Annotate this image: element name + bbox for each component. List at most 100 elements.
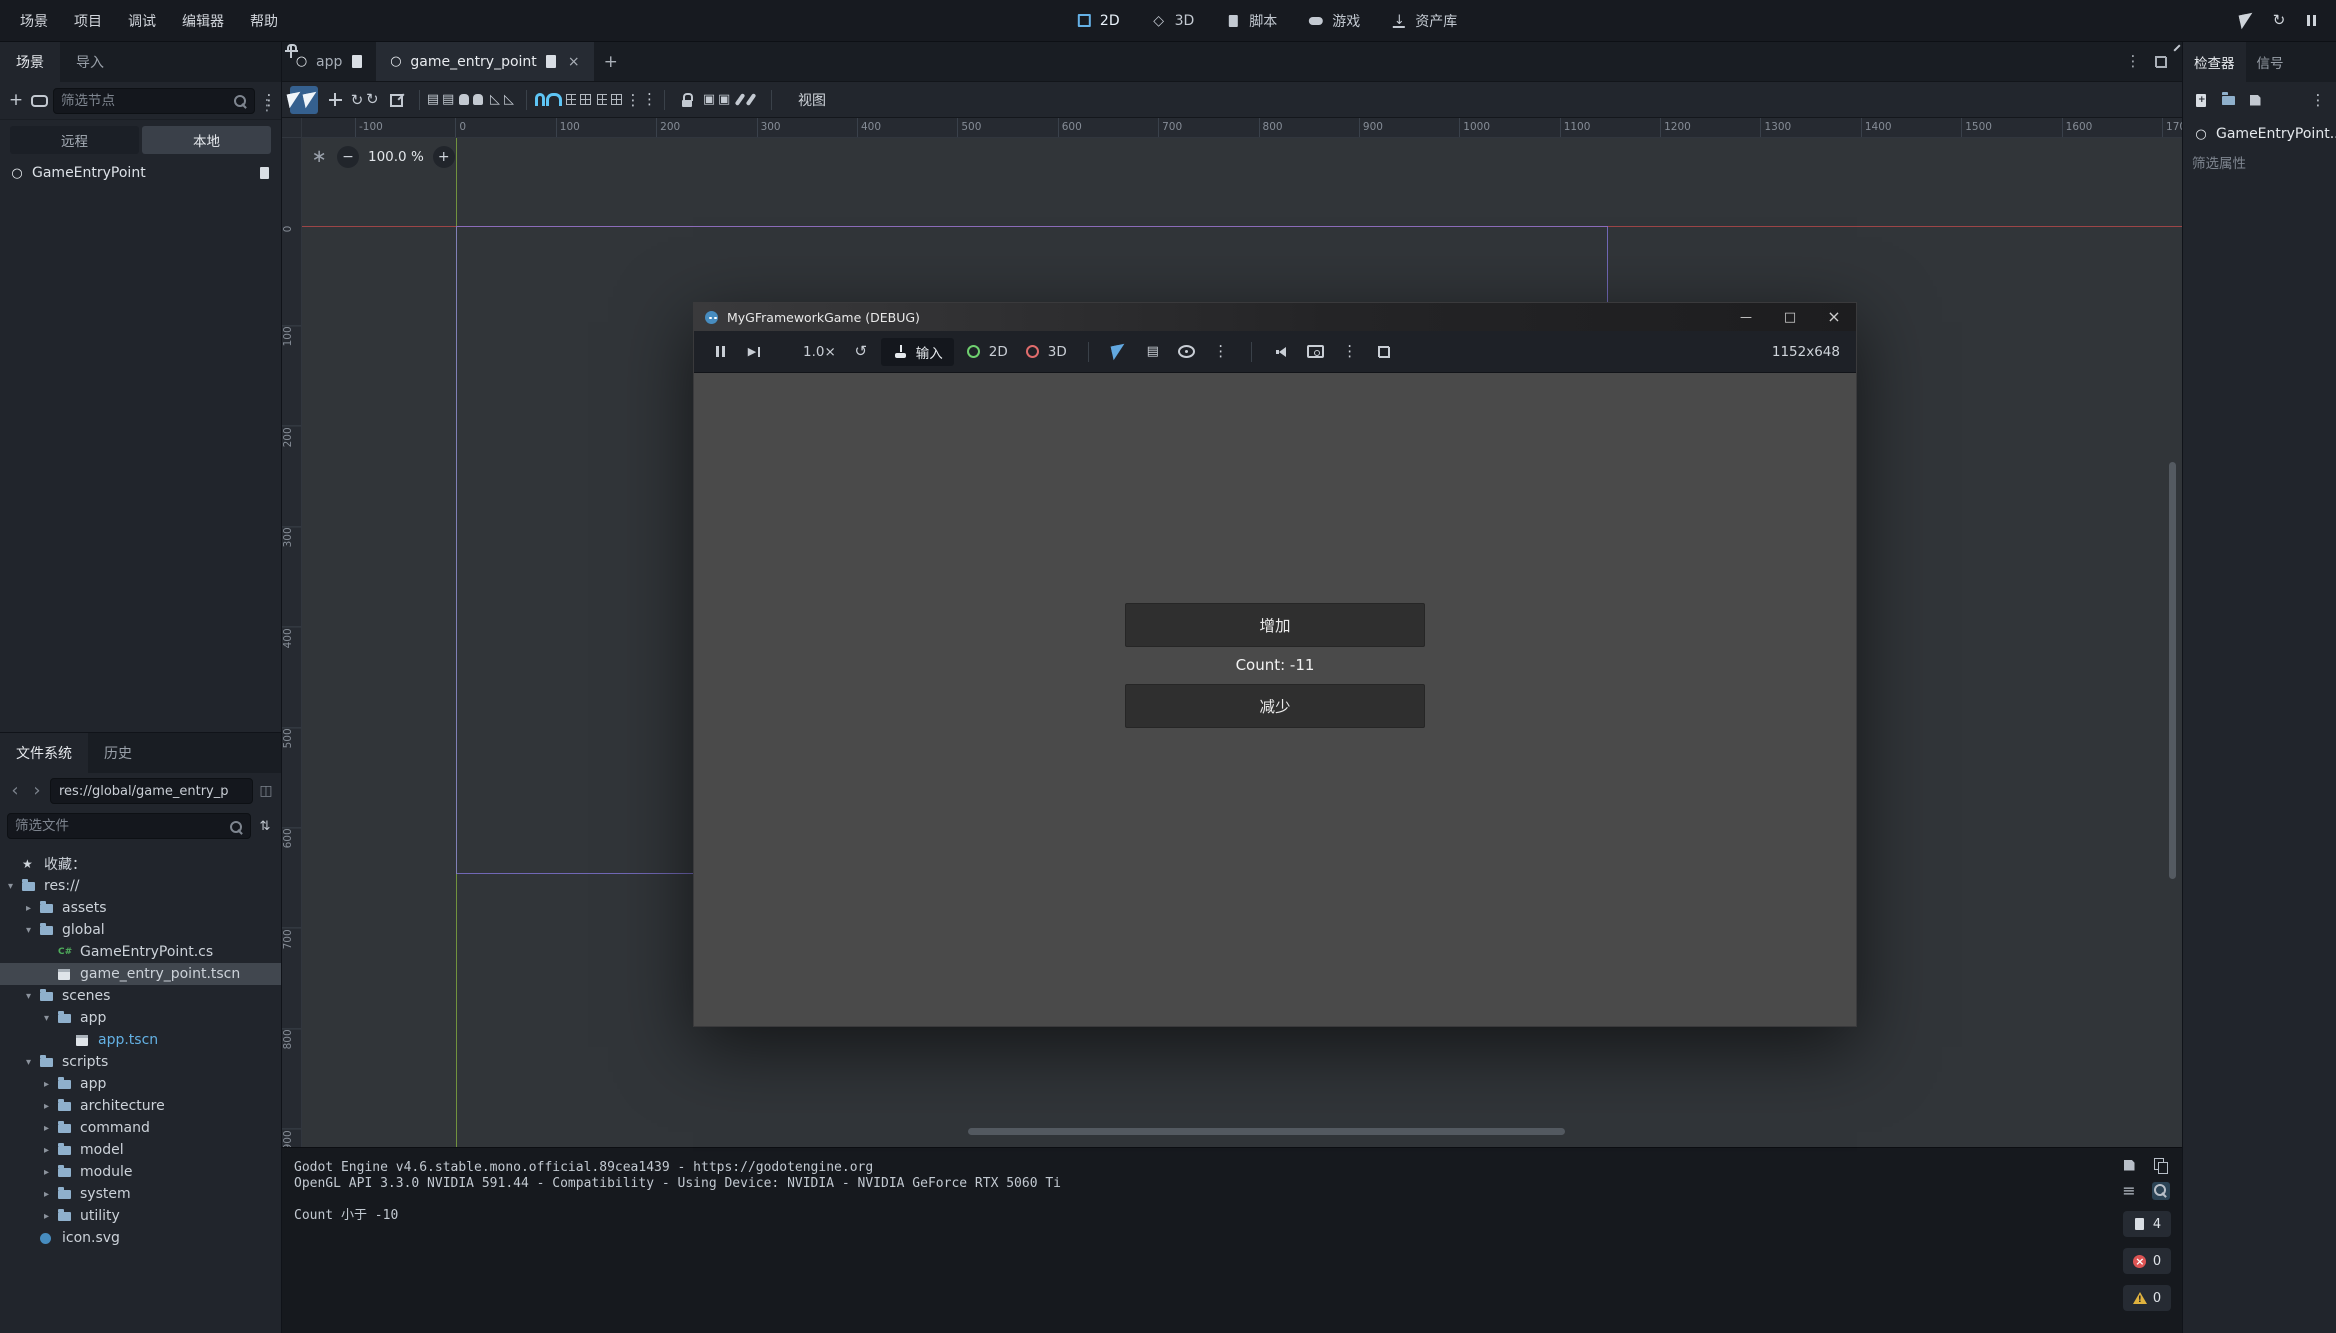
- game-toolbar-button[interactable]: [1078, 338, 1099, 366]
- inspector-tool-icon[interactable]: [2192, 91, 2210, 109]
- canvas-tool-button[interactable]: [352, 86, 380, 114]
- run-control-icon[interactable]: [2238, 12, 2256, 30]
- file-tree-item[interactable]: GameEntryPoint.cs: [0, 941, 281, 963]
- output-tool-icon[interactable]: [2152, 1156, 2170, 1174]
- canvas-tool-button[interactable]: [735, 86, 763, 114]
- minimize-window-button[interactable]: [1724, 303, 1768, 331]
- scene-script-icon[interactable]: [544, 54, 559, 69]
- game-toolbar-button[interactable]: [1139, 338, 1167, 366]
- expand-arrow-icon[interactable]: [26, 925, 40, 936]
- dock-tab[interactable]: 检查器: [2183, 42, 2246, 82]
- game-toolbar-button[interactable]: [740, 338, 768, 366]
- file-tree-item[interactable]: model: [0, 1139, 281, 1161]
- close-tab-icon[interactable]: ×: [566, 54, 582, 70]
- instance-scene-icon[interactable]: [30, 92, 48, 110]
- output-tool-icon[interactable]: [2152, 1182, 2170, 1200]
- game-toolbar-button[interactable]: [1173, 338, 1201, 366]
- maximize-window-button[interactable]: [1768, 303, 1812, 331]
- message-count-badge[interactable]: 0: [2123, 1248, 2171, 1274]
- canvas-tool-button[interactable]: [566, 86, 594, 114]
- canvas-tool-button[interactable]: [321, 86, 349, 114]
- scene-toolbar-menu-icon[interactable]: [260, 92, 278, 110]
- game-toolbar-button[interactable]: [1302, 338, 1330, 366]
- dock-tab[interactable]: 场景: [0, 42, 60, 82]
- file-filter-field[interactable]: [7, 813, 251, 839]
- expand-arrow-icon[interactable]: [44, 1211, 58, 1222]
- file-tree-item[interactable]: architecture: [0, 1095, 281, 1117]
- file-tree-item[interactable]: app.tscn: [0, 1029, 281, 1051]
- game-toolbar-button[interactable]: 2D: [960, 338, 1013, 366]
- menu-item[interactable]: 调试: [116, 6, 168, 36]
- close-window-button[interactable]: [1812, 303, 1856, 331]
- workspace-tab[interactable]: 脚本: [1214, 6, 1287, 36]
- expand-arrow-icon[interactable]: [8, 881, 22, 892]
- vertical-scrollbar[interactable]: [2169, 462, 2176, 879]
- inspector-tool-icon[interactable]: [2246, 91, 2264, 109]
- tab-list-icon[interactable]: [2124, 53, 2142, 71]
- canvas-tool-button[interactable]: [526, 90, 527, 110]
- run-control-icon[interactable]: [2270, 12, 2288, 30]
- canvas-tool-button[interactable]: [704, 86, 732, 114]
- workspace-tab[interactable]: 游戏: [1297, 6, 1370, 36]
- game-toolbar-button[interactable]: [1105, 338, 1133, 366]
- current-path-field[interactable]: res://global/game_entry_p: [50, 778, 253, 804]
- attached-script-icon[interactable]: [255, 164, 273, 182]
- canvas-tool-button[interactable]: [490, 86, 518, 114]
- file-tree-item[interactable]: scenes: [0, 985, 281, 1007]
- remote-local-button[interactable]: 本地: [142, 126, 271, 154]
- canvas-tool-button[interactable]: [673, 86, 701, 114]
- expand-arrow-icon[interactable]: [26, 991, 40, 1002]
- scene-tab[interactable]: game_entry_point ×: [376, 42, 593, 81]
- canvas-tool-button[interactable]: [771, 90, 772, 110]
- horizontal-scrollbar[interactable]: [968, 1128, 1565, 1135]
- file-tree-item[interactable]: game_entry_point.tscn: [0, 963, 281, 985]
- ruler-corner[interactable]: [282, 118, 302, 138]
- canvas-tool-button[interactable]: [628, 86, 656, 114]
- expand-arrow-icon[interactable]: [44, 1145, 58, 1156]
- scene-script-icon[interactable]: [349, 54, 364, 69]
- file-tree-item[interactable]: scripts: [0, 1051, 281, 1073]
- file-tree-item[interactable]: system: [0, 1183, 281, 1205]
- expand-arrow-icon[interactable]: [44, 1167, 58, 1178]
- decrease-count-button[interactable]: 减少: [1125, 684, 1425, 728]
- workspace-tab[interactable]: 2D: [1065, 7, 1130, 35]
- game-debug-window[interactable]: MyGFrameworkGame (DEBUG): [693, 302, 1857, 1027]
- expand-arrow-icon[interactable]: [26, 1057, 40, 1068]
- game-toolbar-button[interactable]: [847, 338, 875, 366]
- menu-item[interactable]: 项目: [62, 6, 114, 36]
- message-count-badge[interactable]: 0: [2123, 1285, 2171, 1311]
- file-tree-item[interactable]: module: [0, 1161, 281, 1183]
- canvas-tool-button[interactable]: [459, 86, 487, 114]
- canvas-tool-button[interactable]: [535, 86, 563, 114]
- node-filter-field[interactable]: [53, 88, 255, 114]
- game-toolbar-button[interactable]: 输入: [881, 338, 954, 366]
- game-toolbar-button[interactable]: [706, 338, 734, 366]
- game-toolbar-button[interactable]: [1241, 338, 1262, 366]
- expand-arrow-icon[interactable]: [44, 1079, 58, 1090]
- workspace-tab[interactable]: 资产库: [1380, 6, 1467, 36]
- zoom-out-button[interactable]: [337, 146, 359, 168]
- property-filter-field[interactable]: 筛选属性: [2192, 152, 2327, 172]
- inspected-node-row[interactable]: GameEntryPoint...: [2183, 118, 2336, 147]
- menu-item[interactable]: 场景: [8, 6, 60, 36]
- game-toolbar-button[interactable]: 1.0×: [774, 338, 841, 366]
- file-tree-item[interactable]: res://: [0, 875, 281, 897]
- message-count-badge[interactable]: 4: [2123, 1211, 2171, 1237]
- expand-arrow-icon[interactable]: [26, 903, 40, 914]
- file-tree-item[interactable]: command: [0, 1117, 281, 1139]
- expand-arrow-icon[interactable]: [44, 1189, 58, 1200]
- game-toolbar-button[interactable]: 3D: [1019, 338, 1072, 366]
- canvas-tool-button[interactable]: [597, 86, 625, 114]
- game-toolbar-button[interactable]: [1370, 338, 1398, 366]
- remote-local-button[interactable]: 远程: [10, 126, 139, 154]
- file-tree-item[interactable]: global: [0, 919, 281, 941]
- dock-tab[interactable]: 导入: [60, 42, 120, 82]
- file-tree-item[interactable]: 收藏：: [0, 853, 281, 875]
- game-viewport[interactable]: 增加 Count: -11 减少: [694, 373, 1856, 1026]
- canvas-tool-button[interactable]: [383, 86, 411, 114]
- dock-tab[interactable]: 历史: [88, 733, 148, 773]
- inspector-tool-icon[interactable]: [2309, 91, 2327, 109]
- expand-arrow-icon[interactable]: [44, 1101, 58, 1112]
- menu-item[interactable]: 帮助: [238, 6, 290, 36]
- sort-files-icon[interactable]: [256, 817, 274, 835]
